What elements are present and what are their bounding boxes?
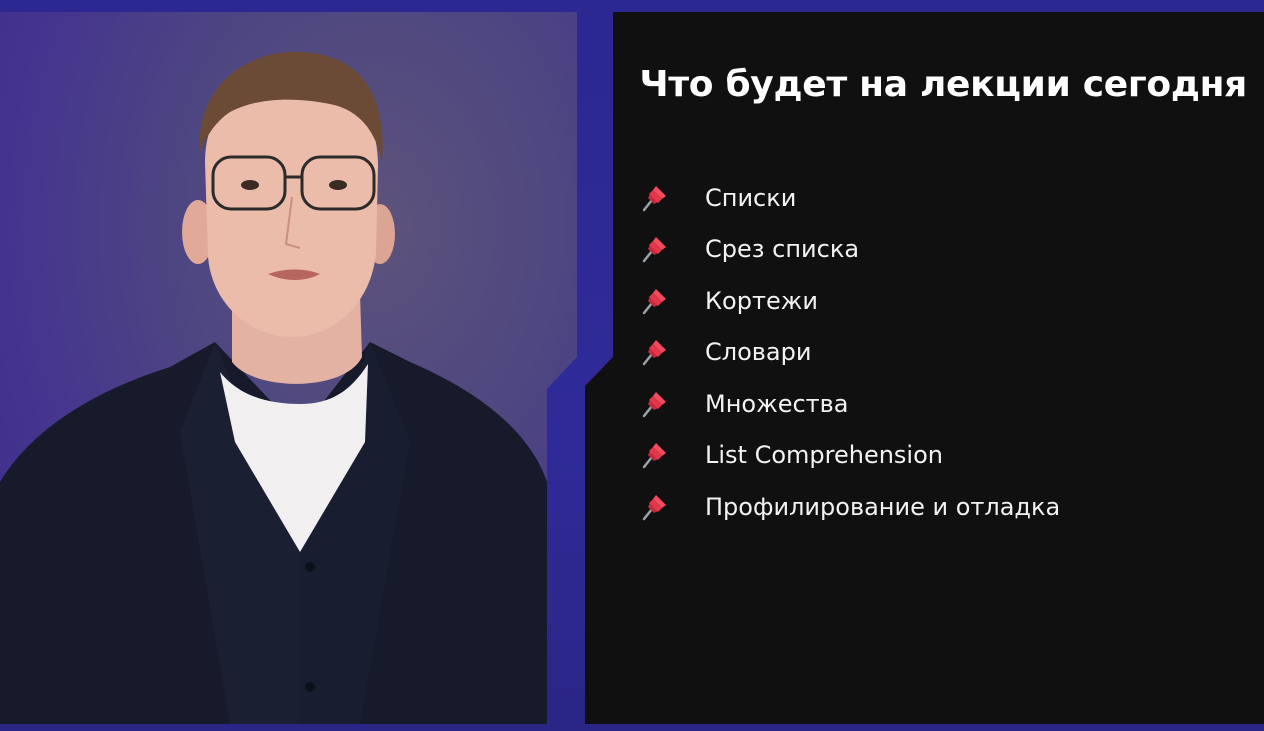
list-item: Списки (639, 172, 1060, 224)
pushpin-icon (642, 288, 666, 314)
agenda-item-label: Срез списка (705, 235, 860, 264)
list-item: Срез списка (639, 224, 1060, 276)
pushpin-icon (642, 494, 666, 520)
list-item: Множества (639, 378, 1060, 430)
video-frame: Что будет на лекции сегодня Списки Срез … (0, 0, 1264, 731)
agenda-item-label: Множества (705, 389, 849, 418)
agenda-item-label: Кортежи (705, 286, 818, 315)
agenda-item-label: Списки (705, 183, 797, 212)
slide: Что будет на лекции сегодня Списки Срез … (585, 12, 1264, 724)
list-item: Словари (639, 327, 1060, 379)
pushpin-icon (642, 237, 666, 263)
agenda-list: Списки Срез списка Кортежи Словари Множе… (639, 172, 1060, 533)
pushpin-icon (642, 443, 666, 469)
agenda-item-label: Словари (705, 338, 812, 367)
list-item: Профилирование и отладка (639, 481, 1060, 533)
pushpin-icon (642, 185, 666, 211)
agenda-item-label: List Comprehension (705, 441, 943, 470)
speaker-photo (0, 52, 547, 724)
slide-title: Что будет на лекции сегодня (639, 64, 1247, 105)
list-item: List Comprehension (639, 430, 1060, 482)
list-item: Кортежи (639, 275, 1060, 327)
agenda-item-label: Профилирование и отладка (705, 492, 1061, 521)
pushpin-icon (642, 340, 666, 366)
speaker-video (0, 12, 577, 724)
pushpin-icon (642, 391, 666, 417)
